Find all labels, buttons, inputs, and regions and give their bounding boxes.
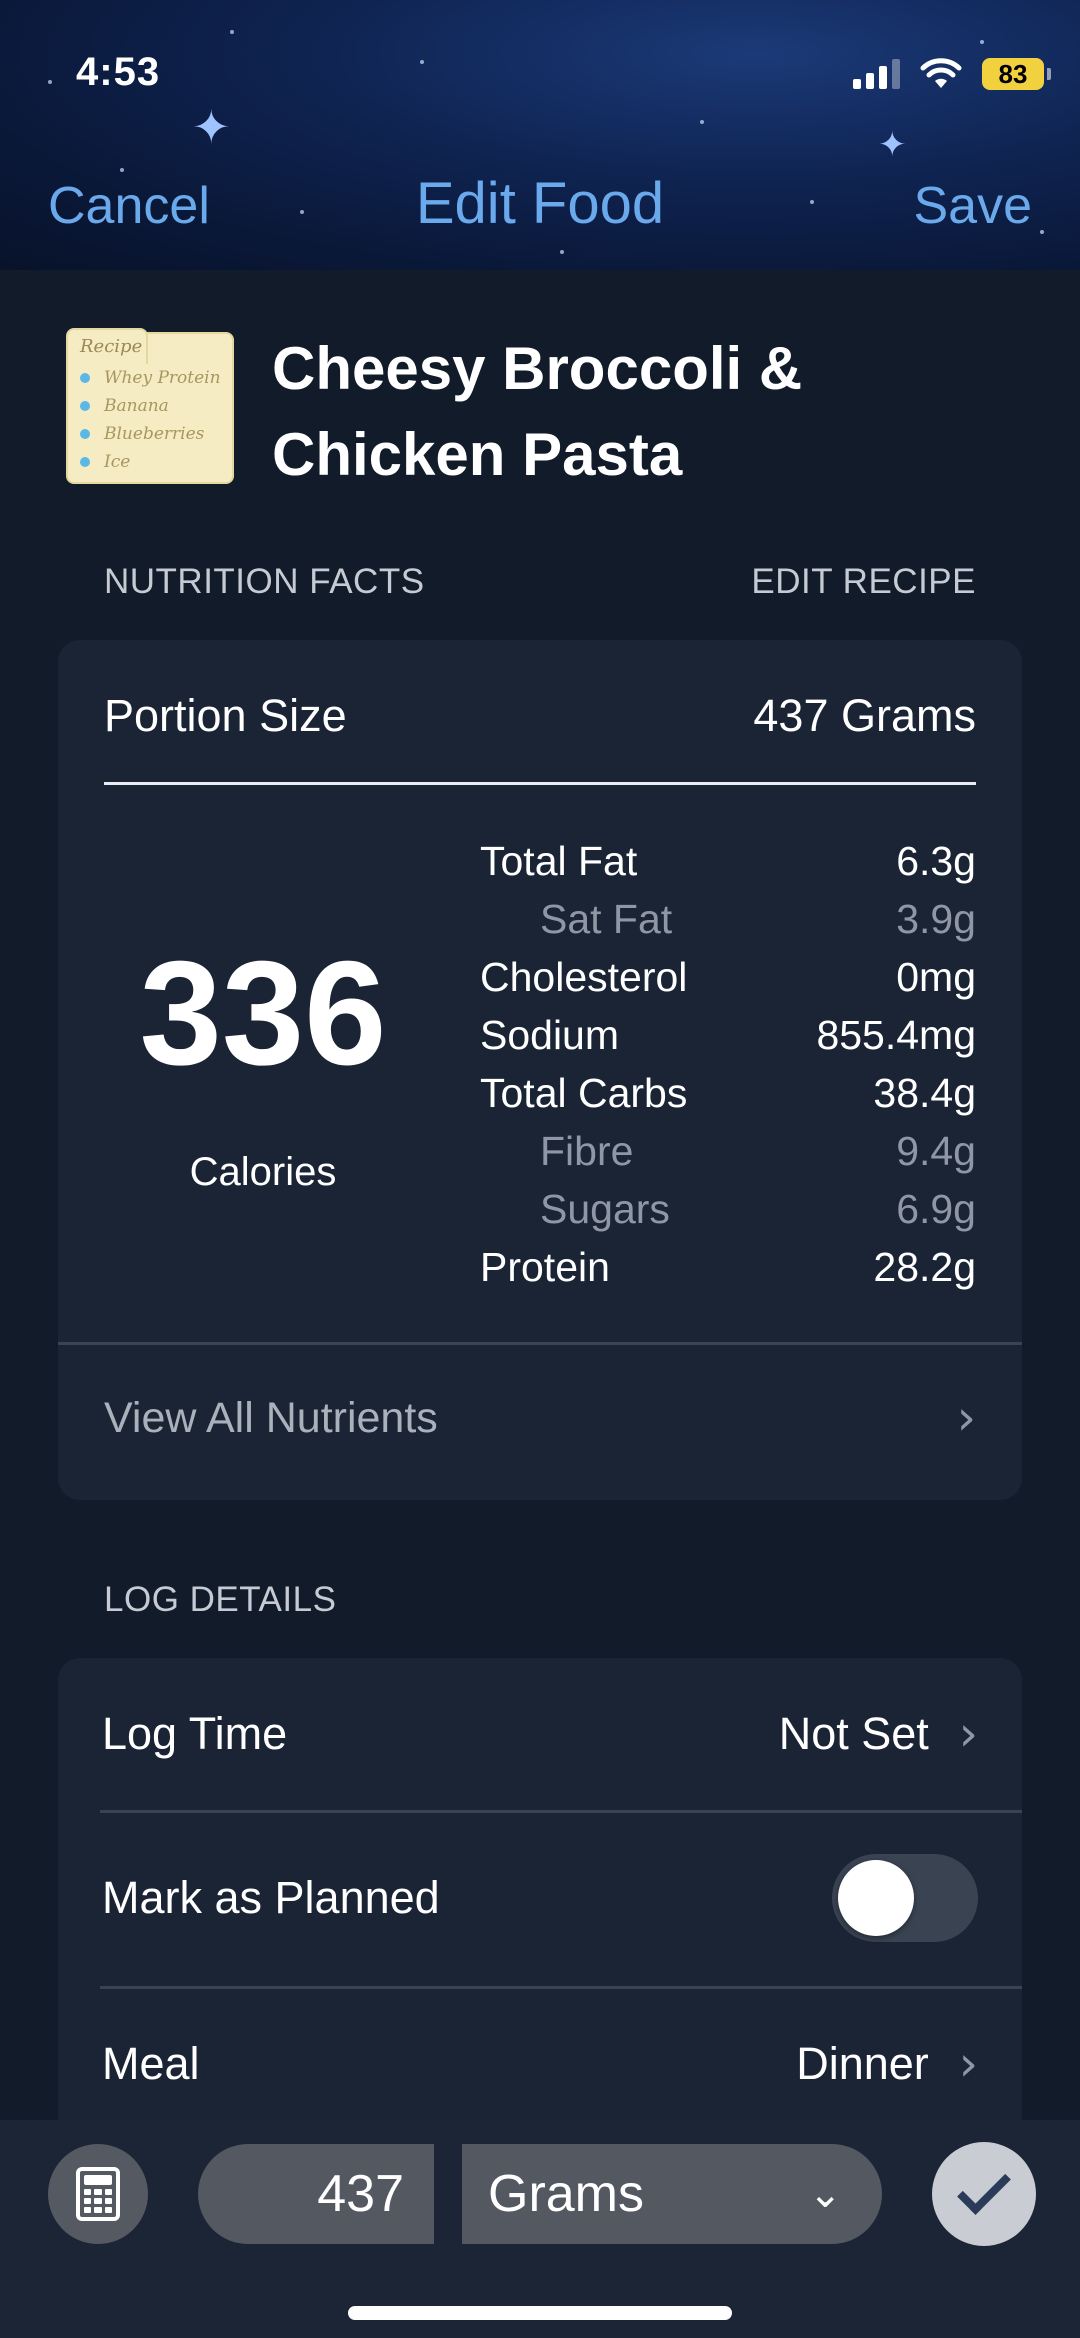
mark-as-planned-row: Mark as Planned [102,1854,978,1942]
recipe-card-item: Whey Protein [104,368,221,388]
log-details-header: LOG DETAILS [104,1580,337,1619]
recipe-card-item: Blueberries [104,424,205,444]
sparkle-icon: ✦ [878,126,907,164]
chevron-right-icon: › [958,1706,978,1762]
nutrient-row-sugars: Sugars 6.9g [480,1180,976,1238]
sparkle-icon: ✦ [192,101,231,153]
nutrient-row-protein: Protein 28.2g [480,1238,976,1296]
portion-size-row[interactable]: Portion Size 437 Grams [104,690,976,742]
log-time-label: Log Time [102,1708,288,1759]
nutrient-row-sodium: Sodium 855.4mg [480,1006,976,1064]
nutrient-value: 28.2g [873,1244,976,1290]
log-time-value: Not Set [778,1708,929,1759]
divider [58,1342,1022,1345]
calculator-button[interactable] [48,2144,148,2244]
nutrient-label: Sugars [540,1186,670,1232]
chevron-right-icon: › [958,2036,978,2092]
toggle-knob [838,1860,914,1936]
nutrient-value: 0mg [896,954,976,1000]
nutrient-row-sat-fat: Sat Fat 3.9g [480,890,976,948]
nutrient-value: 6.3g [896,838,976,884]
save-button[interactable]: Save [913,176,1032,236]
food-name[interactable]: Cheesy Broccoli & Chicken Pasta [272,326,1032,498]
nutrient-row-total-carbs: Total Carbs 38.4g [480,1064,976,1122]
nutrient-label: Sodium [480,1012,620,1058]
nutrient-label: Protein [480,1244,610,1290]
nutrient-row-total-fat: Total Fat 6.3g [480,832,976,890]
nutrient-row-fibre: Fibre 9.4g [480,1122,976,1180]
calories-label: Calories [189,1150,337,1194]
recipe-card-tab: Recipe [66,328,148,364]
calories-value: 336 [139,931,387,1096]
cellular-signal-icon [853,59,900,89]
nutrient-value: 6.9g [896,1186,976,1232]
nutrient-label: Total Carbs [480,1070,688,1116]
meal-label: Meal [102,2038,200,2089]
quantity-input[interactable]: 437 [198,2144,434,2244]
unit-select-value: Grams [488,2165,644,2223]
nutrient-label: Total Fat [480,838,638,884]
nutrient-value: 9.4g [896,1128,976,1174]
log-details-card: Log Time Not Set › Mark as Planned Meal … [58,1658,1022,2178]
meal-row[interactable]: Meal Dinner › [102,2036,978,2092]
battery-icon: 83 [982,58,1051,90]
nutrient-value: 855.4mg [816,1012,976,1058]
nutrient-row-cholesterol: Cholesterol 0mg [480,948,976,1006]
status-indicators: 83 [853,58,1051,90]
wifi-icon [920,58,962,88]
portion-size-label: Portion Size [104,690,347,741]
edit-recipe-button[interactable]: EDIT RECIPE [751,562,976,602]
nutrient-label: Sat Fat [540,896,673,942]
nutrient-value: 3.9g [896,896,976,942]
log-time-row[interactable]: Log Time Not Set › [102,1706,978,1762]
calculator-icon [76,2167,120,2221]
quantity-toolbar: 437 Grams ⌄ [0,2120,1080,2338]
view-all-nutrients-row[interactable]: View All Nutrients › [104,1390,976,1446]
meal-value: Dinner [796,2038,929,2089]
nutrient-list: Total Fat 6.3g Sat Fat 3.9g Cholesterol … [480,832,976,1296]
nutrition-card: Portion Size 437 Grams 336 Calories Tota… [58,640,1022,1500]
confirm-button[interactable] [932,2142,1036,2246]
view-all-nutrients-label: View All Nutrients [104,1393,438,1442]
chevron-down-icon: ⌄ [808,2171,842,2217]
nav-header: ✦ ✦ 4:53 83 Cancel Edit Food Save [0,0,1080,270]
checkmark-icon [957,2161,1011,2215]
portion-size-value: 437 Grams [753,690,976,741]
recipe-card-item: Banana [104,396,169,416]
nutrition-facts-header: NUTRITION FACTS [104,562,425,601]
nutrient-value: 38.4g [873,1070,976,1116]
nutrient-label: Cholesterol [480,954,688,1000]
mark-as-planned-toggle[interactable] [832,1854,978,1942]
divider [104,782,976,785]
nutrient-label: Fibre [540,1128,634,1174]
mark-as-planned-label: Mark as Planned [102,1872,440,1923]
divider [100,1810,1022,1813]
chevron-right-icon: › [956,1390,976,1446]
status-time: 4:53 [76,50,161,94]
cancel-button[interactable]: Cancel [48,176,210,236]
unit-select[interactable]: Grams ⌄ [462,2144,882,2244]
home-indicator [348,2306,732,2320]
divider [100,1986,1022,1989]
recipe-card-item: Ice [104,452,131,472]
